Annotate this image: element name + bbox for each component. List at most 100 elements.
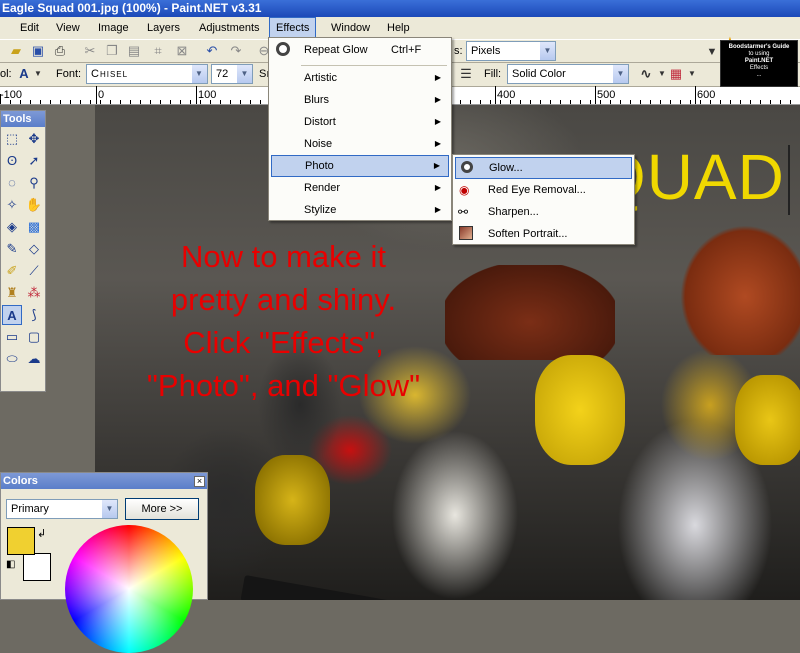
- image-thumbnail[interactable]: Boodstarmer's Guide to using Paint.NET E…: [720, 40, 798, 87]
- instruction-text: Now to make it: [180, 239, 386, 274]
- red-eye-icon: ◉: [459, 183, 470, 197]
- chevron-down-icon[interactable]: ▼: [30, 66, 46, 82]
- chevron-right-icon: ▶: [434, 73, 441, 82]
- deselect-icon[interactable]: ⊠: [174, 43, 190, 59]
- effects-item-distort[interactable]: Distort ▶: [271, 111, 449, 133]
- chevron-down-icon[interactable]: ▼: [684, 66, 700, 82]
- title-bar: Eagle Squad 001.jpg (100%) - Paint.NET v…: [0, 0, 800, 17]
- photo-item-glow[interactable]: Glow...: [455, 157, 632, 179]
- copy-icon[interactable]: ❐: [104, 43, 120, 59]
- rectangle-icon[interactable]: ▭: [2, 327, 22, 347]
- reset-colors-icon[interactable]: ◧: [6, 559, 15, 570]
- font-size-dropdown[interactable]: 72 ▼: [211, 64, 253, 84]
- photo-figure-head: [535, 355, 625, 465]
- color-picker-icon[interactable]: ⟋: [24, 261, 44, 281]
- menu-window[interactable]: Window: [325, 17, 376, 39]
- effects-item-stylize[interactable]: Stylize ▶: [271, 199, 449, 221]
- rounded-rectangle-icon[interactable]: ▢: [24, 327, 44, 347]
- color-mode-value: Primary: [11, 503, 49, 515]
- blend-mode-icon[interactable]: ▦: [668, 66, 684, 82]
- menu-help[interactable]: Help: [381, 17, 416, 39]
- chevron-down-icon: ▼: [613, 65, 628, 83]
- undo-icon[interactable]: ↶: [204, 43, 220, 59]
- effects-item-blurs[interactable]: Blurs ▶: [271, 89, 449, 111]
- thumbnail-line: Effects: [749, 65, 769, 71]
- rectangle-select-icon[interactable]: ⬚: [2, 129, 22, 149]
- print-icon[interactable]: ⎙: [52, 43, 68, 59]
- effects-item-artistic[interactable]: Artistic ▶: [271, 67, 449, 89]
- freeform-shape-icon[interactable]: ☁: [24, 349, 44, 369]
- effects-item-label: Distort: [304, 116, 336, 128]
- chevron-down-icon: ▼: [102, 500, 117, 518]
- effects-item-label: Artistic: [304, 72, 337, 84]
- clone-stamp-icon[interactable]: ♜: [2, 283, 22, 303]
- menu-image[interactable]: Image: [92, 17, 135, 39]
- color-wheel[interactable]: [65, 525, 193, 653]
- font-dropdown[interactable]: Chisel ▼: [86, 64, 208, 84]
- menu-edit[interactable]: Edit: [14, 17, 45, 39]
- effects-item-photo[interactable]: Photo ▶: [271, 155, 449, 177]
- primary-color-swatch[interactable]: [7, 527, 35, 555]
- chevron-down-icon: ▼: [192, 65, 207, 83]
- eraser-icon[interactable]: ◇: [24, 239, 44, 259]
- photo-item-label: Soften Portrait...: [488, 228, 568, 240]
- units-label: s:: [454, 45, 463, 57]
- repeat-glow-item[interactable]: Repeat Glow Ctrl+F: [271, 39, 449, 61]
- effects-item-label: Stylize: [304, 204, 337, 216]
- effects-item-render[interactable]: Render ▶: [271, 177, 449, 199]
- gradient-icon[interactable]: ▩: [24, 217, 44, 237]
- instruction-text: pretty and shiny.: [170, 282, 397, 317]
- photo-item-red-eye-removal[interactable]: ◉ Red Eye Removal...: [455, 179, 632, 201]
- portrait-icon: [459, 226, 473, 240]
- move-icon[interactable]: ➚: [24, 151, 44, 171]
- menu-separator: [301, 65, 447, 66]
- antialias-icon[interactable]: ∿: [638, 66, 654, 82]
- paint-bucket-icon[interactable]: ◈: [2, 217, 22, 237]
- swap-colors-icon[interactable]: ↲: [37, 527, 46, 540]
- menu-layers[interactable]: Layers: [141, 17, 186, 39]
- units-dropdown[interactable]: Pixels ▼: [466, 41, 556, 61]
- recolor-icon[interactable]: ⁂: [24, 283, 44, 303]
- thumbnail-line: to using: [748, 51, 770, 57]
- paste-icon[interactable]: ▤: [126, 43, 142, 59]
- menu-adjustments[interactable]: Adjustments: [193, 17, 266, 39]
- redo-icon[interactable]: ↷: [228, 43, 244, 59]
- paintbrush-icon[interactable]: ✎: [2, 239, 22, 259]
- close-icon[interactable]: ×: [194, 476, 205, 487]
- pencil-icon[interactable]: ✐: [2, 261, 22, 281]
- photo-submenu: Glow... ◉ Red Eye Removal... ⚯ Sharpen..…: [452, 154, 635, 245]
- effects-item-noise[interactable]: Noise ▶: [271, 133, 449, 155]
- align-icon[interactable]: ☰: [458, 66, 474, 82]
- triangle-icon[interactable]: ▼: [704, 44, 720, 60]
- color-mode-dropdown[interactable]: Primary ▼: [6, 499, 118, 519]
- chevron-right-icon: ▶: [434, 139, 441, 148]
- fill-label: Fill:: [484, 68, 502, 80]
- menu-bar: Edit View Image Layers Adjustments Effec…: [0, 17, 800, 39]
- line-curve-icon[interactable]: ⟆: [24, 305, 44, 325]
- tool-label: ol:: [0, 68, 12, 80]
- menu-effects[interactable]: Effects: [269, 17, 317, 39]
- repeat-glow-shortcut: Ctrl+F: [391, 44, 422, 56]
- pan-icon[interactable]: ✋: [24, 195, 44, 215]
- open-icon[interactable]: ▰: [8, 43, 24, 59]
- chevron-right-icon: ▶: [434, 117, 441, 126]
- save-icon[interactable]: ▣: [30, 43, 46, 59]
- fill-dropdown[interactable]: Solid Color ▼: [507, 64, 629, 84]
- zoom-icon[interactable]: ⚲: [24, 173, 44, 193]
- cut-icon[interactable]: ✂: [82, 43, 98, 59]
- text-cursor: [788, 145, 790, 215]
- move-selection-icon[interactable]: ✥: [24, 129, 44, 149]
- photo-item-soften-portrait[interactable]: Soften Portrait...: [455, 223, 632, 245]
- crop-icon[interactable]: ⌗: [150, 43, 166, 59]
- secondary-color-swatch[interactable]: [23, 553, 51, 581]
- text-icon[interactable]: A: [2, 305, 22, 325]
- photo-item-sharpen[interactable]: ⚯ Sharpen...: [455, 201, 632, 223]
- lasso-icon[interactable]: ʘ: [2, 151, 22, 171]
- magic-wand-icon[interactable]: ✧: [2, 195, 22, 215]
- ellipse-icon[interactable]: ⬭: [2, 349, 22, 369]
- window-title: Eagle Squad 001.jpg (100%) - Paint.NET v…: [2, 1, 262, 15]
- more-colors-button[interactable]: More >>: [125, 498, 199, 520]
- ellipse-select-icon[interactable]: ◌: [2, 173, 22, 193]
- menu-view[interactable]: View: [50, 17, 86, 39]
- effects-item-label: Render: [304, 182, 341, 194]
